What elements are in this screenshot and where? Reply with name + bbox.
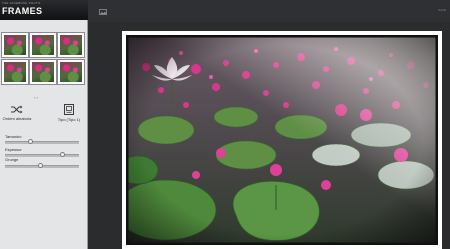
frame-thumbnail[interactable] bbox=[2, 33, 28, 57]
frame-thumbnail[interactable] bbox=[2, 60, 28, 84]
grunge-slider-label: Grunge bbox=[5, 157, 19, 162]
frame-thumbnail[interactable] bbox=[30, 60, 56, 84]
thickness-slider-thumb[interactable] bbox=[60, 152, 66, 157]
frame-thumbnail[interactable] bbox=[58, 60, 84, 84]
frame-type-label: Tipo (Tipo 1) bbox=[57, 117, 81, 122]
frame-type-button[interactable]: Tipo (Tipo 1) bbox=[54, 104, 84, 122]
app-subtitle: THE FACEBOOK PHOTO bbox=[2, 1, 41, 5]
app-header: THE FACEBOOK PHOTO FRAMES bbox=[0, 0, 88, 20]
save-button[interactable]: SAVE bbox=[438, 8, 446, 12]
framed-photo[interactable] bbox=[126, 35, 438, 245]
frame-thumbnail[interactable] bbox=[58, 33, 84, 57]
frame-thumbnail-grid bbox=[2, 33, 86, 84]
image-icon bbox=[99, 9, 107, 15]
canvas-area bbox=[88, 22, 450, 249]
top-toolbar: COMPARAR SAVE bbox=[88, 0, 450, 25]
shuffle-icon bbox=[11, 105, 23, 114]
app-title: FRAMES bbox=[2, 6, 43, 16]
sidebar: THE FACEBOOK PHOTO FRAMES ‹ › Ordem alea… bbox=[0, 0, 88, 249]
size-slider-label: Tamanho bbox=[5, 134, 22, 139]
shuffle-button[interactable]: Ordem aleatoria bbox=[2, 105, 32, 121]
thickness-slider-label: Espessur bbox=[5, 147, 22, 152]
frame-thumbnail[interactable] bbox=[30, 33, 56, 57]
grunge-slider-thumb[interactable] bbox=[38, 163, 44, 168]
size-slider-thumb[interactable] bbox=[28, 139, 34, 144]
size-slider[interactable] bbox=[5, 139, 79, 144]
shuffle-label: Ordem aleatoria bbox=[2, 116, 32, 121]
thumbnail-pager[interactable]: ‹ › bbox=[34, 95, 38, 100]
frame-type-icon bbox=[64, 104, 74, 115]
grunge-slider[interactable] bbox=[5, 163, 79, 168]
photo-frame bbox=[122, 31, 442, 249]
